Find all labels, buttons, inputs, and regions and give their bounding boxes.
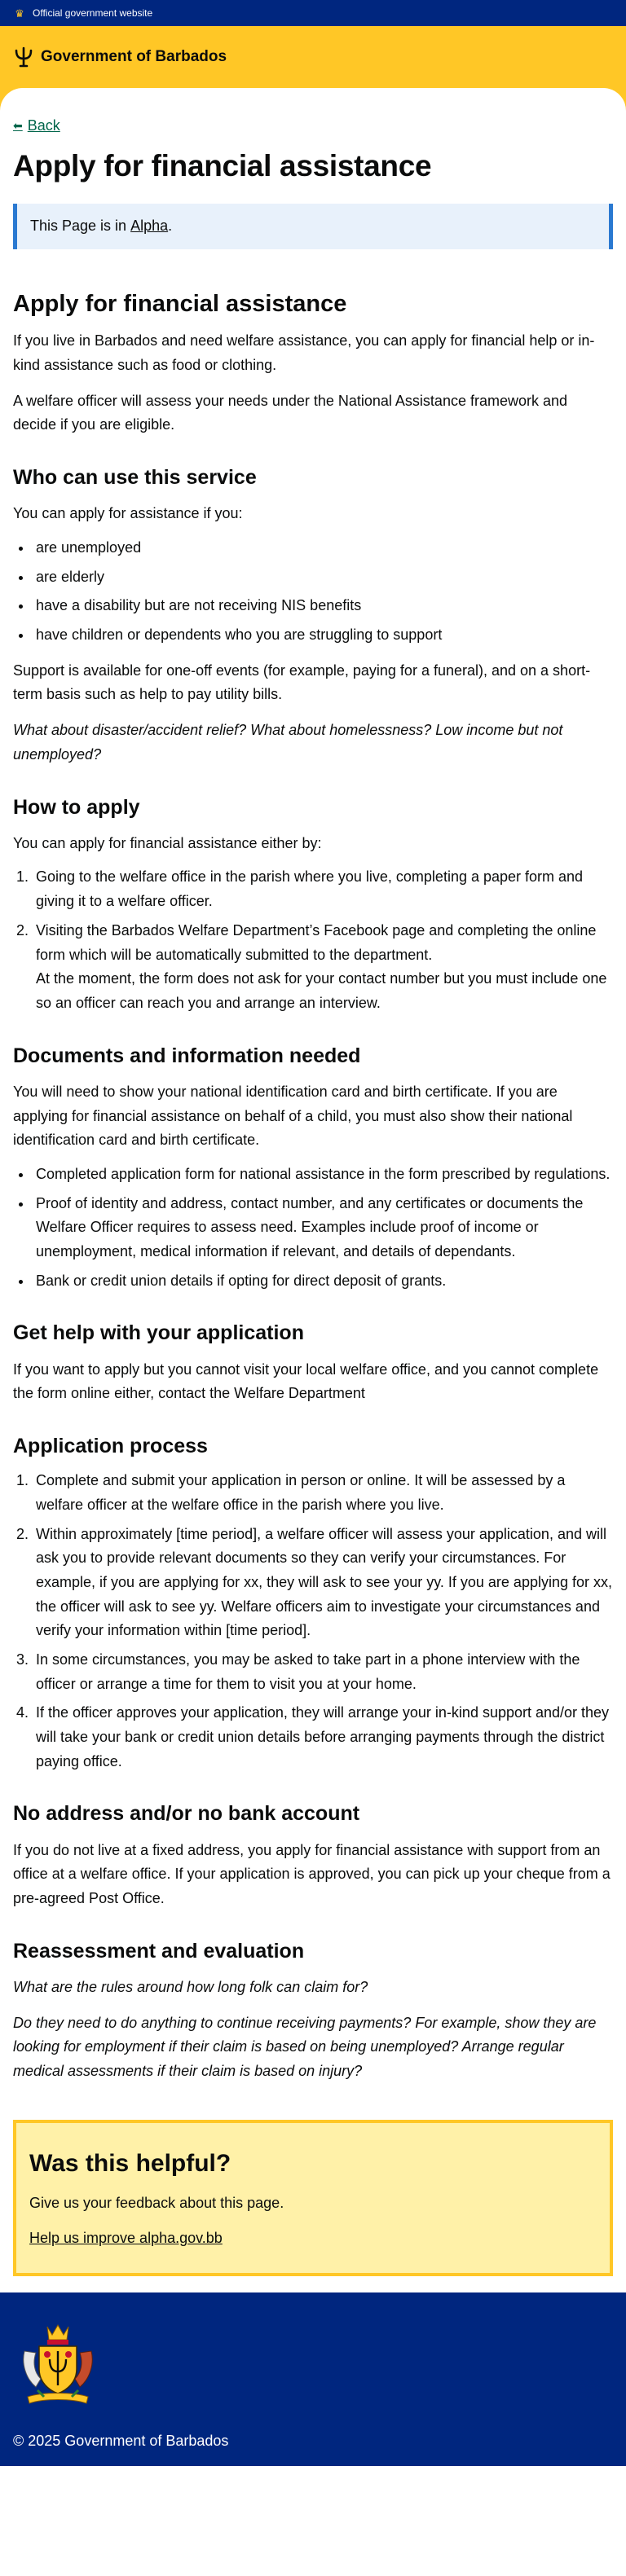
feedback-text: Give us your feedback about this page. [29,2194,284,2211]
list-item: have children or dependents who you are … [33,623,613,648]
page-title: Apply for financial assistance [13,149,432,182]
help-heading: Get help with your application [13,1321,304,1345]
list-item-note: At the moment, the form does not ask for… [36,970,607,1011]
list-item: Proof of identity and address, contact n… [33,1192,613,1264]
back-link[interactable]: ⬅ Back [13,117,60,134]
list-item-text: Going to the welfare office in the paris… [36,868,584,910]
no-address-paragraph: If you do not live at a fixed address, y… [13,1841,611,1907]
list-item: If the officer approves your application… [33,1701,613,1774]
list-item: Within approximately [time period], a we… [33,1523,613,1643]
intro-heading: Apply for financial assistance [13,290,347,317]
arrow-left-icon: ⬅ [13,119,23,132]
alpha-banner-suffix: . [168,218,173,235]
open-question: What about disaster/accident relief? Wha… [13,722,563,763]
site-footer: © 2025 Government of Barbados [0,2292,626,2467]
reassessment-heading: Reassessment and evaluation [13,1939,305,1963]
list-item: have a disability but are not receiving … [33,594,613,618]
official-website-text: Official government website [33,7,153,19]
feedback-heading: Was this helpful? [29,2149,231,2177]
open-question: Do they need to do anything to continue … [13,2014,597,2080]
list-item: In some circumstances, you may be asked … [33,1648,613,1696]
site-header: Government of Barbados [0,26,626,88]
alpha-banner: This Page is in Alpha. [13,203,613,249]
alpha-banner-prefix: This Page is in [30,218,127,235]
documents-list: Completed application form for national … [13,1163,613,1293]
list-item: Completed application form for national … [33,1163,613,1187]
alpha-link[interactable]: Alpha [130,218,168,235]
process-heading: Application process [13,1434,208,1457]
list-item-text: Visiting the Barbados Welfare Department… [36,921,597,963]
list-item: Going to the welfare office in the paris… [33,865,613,913]
coat-of-arms-icon [23,2324,93,2405]
main-content: ⬅ Back Apply for financial assistance Th… [0,114,626,2277]
coat-of-arms-icon: ♛ [15,7,24,20]
documents-intro: You will need to show your national iden… [13,1083,573,1149]
list-item: are unemployed [33,536,613,560]
process-list: Complete and submit your application in … [13,1469,613,1774]
open-question: What are the rules around how long folk … [13,1979,368,1996]
copyright-text: © 2025 Government of Barbados [13,2433,229,2450]
how-intro: You can apply for financial assistance e… [13,834,322,851]
feedback-link[interactable]: Help us improve alpha.gov.bb [29,2230,223,2247]
intro-paragraph: If you live in Barbados and need welfare… [13,332,595,374]
list-item: Complete and submit your application in … [33,1469,613,1517]
support-paragraph: Support is available for one-off events … [13,662,591,703]
trident-icon [15,46,33,68]
list-item: Visiting the Barbados Welfare Department… [33,919,613,1016]
documents-heading: Documents and information needed [13,1044,361,1067]
list-item: are elderly [33,565,613,590]
feedback-panel: Was this helpful? Give us your feedback … [13,2119,613,2277]
help-paragraph: If you want to apply but you cannot visi… [13,1361,599,1402]
how-to-apply-list: Going to the welfare office in the paris… [13,865,613,1015]
government-name-link[interactable]: Government of Barbados [41,48,227,66]
how-heading: How to apply [13,795,140,819]
back-link-label: Back [27,117,60,134]
eligibility-list: are unemployed are elderly have a disabi… [13,536,613,648]
official-banner: ♛ Official government website [0,0,626,26]
header-curve [0,88,626,114]
no-address-heading: No address and/or no bank account [13,1802,360,1826]
who-heading: Who can use this service [13,466,257,490]
intro-paragraph: A welfare officer will assess your needs… [13,392,568,433]
list-item: Bank or credit union details if opting f… [33,1269,613,1294]
who-intro: You can apply for assistance if you: [13,505,243,522]
